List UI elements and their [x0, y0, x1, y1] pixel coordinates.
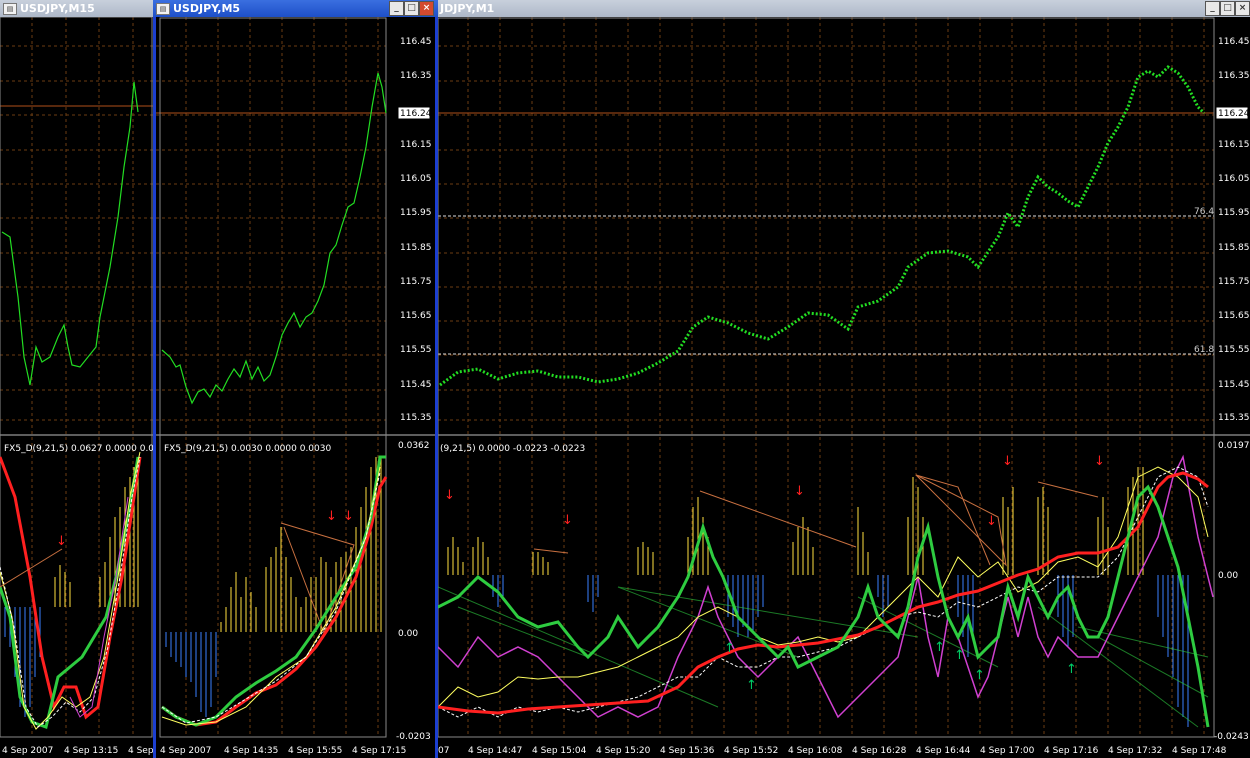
fib-level-label: 76.4: [1194, 207, 1214, 217]
indicator-label: FX5_D(9,21,5) 0.0627 0.0000 0.062: [4, 444, 153, 454]
price-axis-label: 115.35: [1218, 413, 1250, 423]
time-label: 4 Sep 17:15: [352, 746, 406, 756]
time-label: 4 Sep 15:36: [660, 746, 715, 756]
price-axis-label: 115.95: [1218, 208, 1250, 218]
buy-arrow-icon: ↑: [934, 640, 945, 655]
sell-arrow-icon: ↓: [326, 509, 337, 524]
window-title: USDJPY,M15: [20, 2, 95, 15]
chart-canvas-m5[interactable]: 116.45 116.35 116.15 116.05 115.95 115.8…: [156, 17, 435, 758]
maximize-button[interactable]: □: [404, 1, 419, 16]
time-label: 4 Sep 15:52: [724, 746, 778, 756]
price-axis-label: 116.35: [1218, 71, 1250, 81]
price-axis-label: 116.35: [400, 71, 432, 81]
chart-canvas-m15[interactable]: ↓ FX5_D(9,21,5) 0.0627 0.0000 0.062 4 Se…: [0, 17, 153, 758]
time-label: 4 Sep 15:55: [288, 746, 342, 756]
chart-window-icon: ▤: [3, 3, 17, 15]
sell-arrow-icon: ↓: [56, 534, 67, 549]
sell-arrow-icon: ↓: [1094, 454, 1105, 469]
buy-arrow-icon: ↑: [724, 641, 735, 656]
price-axis-label: 115.75: [400, 277, 432, 287]
maximize-button[interactable]: □: [1220, 1, 1235, 16]
sell-arrow-icon: ↓: [1002, 454, 1013, 469]
current-price-label: 116.24: [1218, 109, 1250, 119]
sell-arrow-icon: ↓: [986, 514, 997, 529]
price-axis-label: 116.15: [400, 140, 432, 150]
buy-arrow-icon: ↑: [746, 678, 757, 693]
sell-arrow-icon: ↓: [562, 513, 573, 528]
price-axis-label: 115.45: [400, 380, 432, 390]
price-axis-label: 115.95: [400, 208, 432, 218]
minimize-button[interactable]: _: [389, 1, 404, 16]
buy-arrow-icon: ↑: [974, 668, 985, 683]
time-label: 4 Sep: [128, 746, 153, 756]
time-label: 4 Sep 16:44: [916, 746, 971, 756]
time-label: 4 Sep 15:04: [532, 746, 587, 756]
chart-window-m1[interactable]: JDJPY,M1 _ □ × 76.4 61.8 116.45 116.35 1…: [438, 0, 1250, 758]
time-label: 4 Sep 17:16: [1044, 746, 1099, 756]
price-axis-label: 116.45: [1218, 37, 1250, 47]
desktop: { "windows": [ {"title": "USDJPY,M15", "…: [0, 0, 1250, 758]
osc-axis-label: -0.0243: [1214, 732, 1249, 742]
indicator-label: (9,21,5) 0.0000 -0.0223 -0.0223: [440, 444, 585, 454]
window-title: JDJPY,M1: [440, 2, 495, 15]
price-axis-label: 115.45: [1218, 380, 1250, 390]
osc-axis-label: 0.0197: [1218, 441, 1250, 451]
time-label: 4 Sep 2007: [160, 746, 211, 756]
osc-axis-label: -0.0203: [396, 732, 431, 742]
price-axis-label: 116.05: [400, 174, 432, 184]
price-axis-label: 115.35: [400, 413, 432, 423]
minimize-button[interactable]: _: [1205, 1, 1220, 16]
window-title: USDJPY,M5: [173, 2, 241, 15]
oscillator-m15: ↓ FX5_D(9,21,5) 0.0627 0.0000 0.062: [0, 444, 153, 730]
buy-arrow-icon: ↑: [1066, 662, 1077, 677]
time-label: 4 Sep 14:35: [224, 746, 278, 756]
time-label: 4 Sep 13:15: [64, 746, 118, 756]
title-bar[interactable]: JDJPY,M1 _ □ ×: [438, 0, 1250, 17]
close-button[interactable]: ×: [419, 1, 434, 16]
current-price-label: 116.24: [400, 109, 432, 119]
time-label: 4 Sep 14:47: [468, 746, 522, 756]
close-button[interactable]: ×: [1235, 1, 1250, 16]
osc-axis-label: 0.0362: [398, 441, 430, 451]
price-axis-label: 115.55: [1218, 345, 1250, 355]
title-bar[interactable]: ▤ USDJPY,M15: [0, 0, 153, 17]
sell-arrow-icon: ↓: [444, 488, 455, 503]
price-axis-label: 115.65: [1218, 311, 1250, 321]
buy-arrow-icon: ↑: [954, 648, 965, 663]
price-axis-label: 115.75: [1218, 277, 1250, 287]
price-axis-label: 115.65: [400, 311, 432, 321]
time-label: 4 Sep 17:00: [980, 746, 1035, 756]
price-axis-label: 116.45: [400, 37, 432, 47]
oscillator-m1: ↓ ↓ ↓ ↓ ↓ ↓ ↑ ↑ ↑ ↑ ↑ ↑ (9,21,5) 0.0000 …: [438, 441, 1250, 742]
price-axis-label: 115.85: [1218, 243, 1250, 253]
price-axis-label: 116.05: [1218, 174, 1250, 184]
osc-axis-label: 0.00: [398, 629, 418, 639]
chart-window-m15[interactable]: ▤ USDJPY,M15 ↓ FX5_D(9,21,5) 0.0627 0.00…: [0, 0, 153, 758]
time-label: 07: [438, 746, 449, 756]
indicator-label: FX5_D(9,21,5) 0.0030 0.0000 0.0030: [164, 444, 331, 454]
chart-canvas-m1[interactable]: 76.4 61.8 116.45 116.35 116.15 116.05 11…: [438, 17, 1250, 758]
time-label: 4 Sep 15:20: [596, 746, 651, 756]
time-label: 4 Sep 17:48: [1172, 746, 1227, 756]
chart-window-m5[interactable]: ▤ USDJPY,M5 _ □ × 116.45 116.35 116.15 1…: [153, 0, 438, 758]
time-label: 4 Sep 17:32: [1108, 746, 1162, 756]
price-axis-label: 115.85: [400, 243, 432, 253]
fib-level-label: 61.8: [1194, 345, 1214, 355]
sell-arrow-icon: ↓: [794, 484, 805, 499]
time-label: 4 Sep 16:08: [788, 746, 843, 756]
chart-window-icon: ▤: [156, 3, 170, 15]
title-bar[interactable]: ▤ USDJPY,M5 _ □ ×: [153, 0, 438, 17]
sell-arrow-icon: ↓: [343, 509, 354, 524]
price-axis-label: 115.55: [400, 345, 432, 355]
time-label: 4 Sep 2007: [2, 746, 53, 756]
price-axis-label: 116.15: [1218, 140, 1250, 150]
oscillator-m5: ↓ ↓ FX5_D(9,21,5) 0.0030 0.0000 0.0030 0…: [161, 441, 431, 742]
osc-axis-label: 0.00: [1218, 571, 1238, 581]
time-label: 4 Sep 16:28: [852, 746, 907, 756]
